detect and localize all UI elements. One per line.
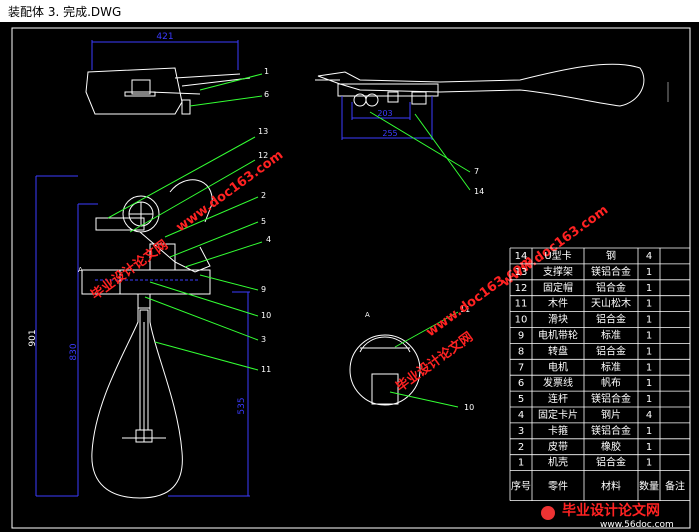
table-cell: 镁铝合金 (591, 424, 631, 437)
table-cell: 1 (646, 331, 652, 342)
table-cell: 10 (515, 315, 528, 326)
callout: 10 (464, 403, 474, 412)
footer-watermark-cn: 毕业设计论文网 (562, 502, 660, 519)
table-cell: 机壳 (548, 456, 568, 469)
table-cell: 固定卡片 (538, 408, 578, 421)
table-cell: 12 (515, 283, 528, 294)
table-cell: 1 (646, 315, 652, 326)
title-bar: 装配体 3. 完成.DWG (0, 0, 699, 23)
table-cell: 5 (518, 394, 524, 405)
callout: 13 (258, 127, 268, 136)
footer-watermark-url: www.56doc.com (600, 520, 674, 530)
table-cell: 备注 (665, 480, 685, 493)
table-cell: 标准 (601, 361, 621, 373)
top-view (85, 40, 251, 115)
table-cell: 铝合金 (596, 281, 626, 294)
table-cell: 2 (518, 442, 524, 453)
table-cell: 4 (518, 410, 524, 421)
dim-inner-height: 830 (69, 343, 79, 360)
table-cell: 9 (518, 331, 524, 342)
table-cell: 4 (646, 410, 652, 421)
table-cell: 连杆 (548, 392, 568, 405)
callout: 1 (264, 67, 269, 76)
dim-top-width: 421 (156, 32, 173, 42)
table-cell: 橡胶 (601, 440, 621, 453)
table-cell: 木件 (548, 298, 568, 310)
table-cell: 1 (646, 378, 652, 389)
watermark-url-1: www.doc163.com (174, 148, 287, 236)
table-cell: 1 (646, 394, 652, 405)
table-cell: 标准 (601, 330, 621, 342)
callout: 7 (474, 167, 479, 176)
callout: 5 (261, 217, 266, 226)
table-cell: 1 (646, 346, 652, 357)
table-cell: 6 (518, 378, 524, 389)
table-cell: 滑块 (548, 314, 568, 326)
bom-table: 14 U型卡钢 413 支撑架 镁铝合金 112 固定帽 铝合金 111 木件 天山松木 110 滑块铝… (509, 247, 691, 502)
table-cell: 固定帽 (543, 281, 573, 294)
section-marker: A (78, 266, 83, 274)
table-cell: 铝合金 (596, 313, 626, 326)
table-cell: 4 (646, 251, 652, 262)
callout: 3 (261, 335, 266, 344)
table-cell: 11 (515, 299, 528, 310)
table-cell: 发票线 (543, 376, 573, 389)
window-title: 装配体 3. 完成.DWG (8, 5, 122, 19)
dim-lower-height: 535 (237, 397, 247, 414)
table-cell: 电机带轮 (538, 329, 578, 342)
table-cell: 卡箍 (548, 424, 568, 437)
footer-logo-icon (541, 506, 555, 520)
table-cell: 13 (515, 267, 528, 278)
table-cell: 支撑架 (543, 265, 573, 278)
table-cell: 1 (646, 362, 652, 373)
dim-side-1: 203 (377, 109, 392, 118)
callout: 9 (261, 285, 266, 294)
table-cell: 铝合金 (596, 456, 626, 469)
callout: 4 (266, 235, 271, 244)
section-label: A (365, 311, 370, 319)
table-cell: U型卡 (544, 249, 571, 262)
watermark-cn-2: 毕业设计论文网 (393, 329, 476, 395)
table-cell: 钢 (606, 249, 616, 262)
table-cell: 材料 (601, 480, 621, 493)
table-cell: 转盘 (548, 344, 568, 357)
table-cell: 14 (515, 251, 528, 262)
table-cell: 1 (518, 458, 524, 469)
callout: 2 (261, 191, 266, 200)
table-cell: 数量 (639, 480, 659, 493)
table-cell: 天山松木 (591, 297, 631, 310)
side-view (315, 63, 669, 140)
table-cell: 零件 (548, 481, 568, 493)
table-cell: 1 (646, 426, 652, 437)
callout: 10 (261, 311, 271, 320)
section-view (349, 334, 421, 406)
drawing-canvas[interactable]: 421 203 255 901 830 535 A A 1 6 13 12 2 … (0, 22, 699, 532)
table-cell: 1 (646, 299, 652, 310)
callout: 11 (261, 365, 271, 374)
table-cell: 序号 (511, 480, 531, 493)
cad-drawing: 421 203 255 901 830 535 A A 1 6 13 12 2 … (11, 27, 691, 530)
dim-total-height: 901 (28, 329, 38, 346)
table-cell: 帆布 (601, 376, 621, 389)
table-cell: 皮带 (548, 440, 568, 453)
callout: 6 (264, 90, 269, 99)
table-cell: 镁铝合金 (591, 392, 631, 405)
table-cell: 镁铝合金 (591, 265, 631, 278)
table-cell: 1 (646, 442, 652, 453)
table-cell: 1 (646, 267, 652, 278)
table-cell: 1 (646, 458, 652, 469)
callout: 14 (474, 187, 484, 196)
table-cell: 7 (518, 362, 524, 373)
table-cell: 铝合金 (596, 344, 626, 357)
dim-side-2: 255 (382, 129, 397, 138)
table-cell: 8 (518, 346, 524, 357)
table-cell: 钢片 (601, 408, 621, 421)
table-cell: 3 (518, 426, 524, 437)
table-cell: 电机 (548, 360, 568, 373)
table-cell: 1 (646, 283, 652, 294)
